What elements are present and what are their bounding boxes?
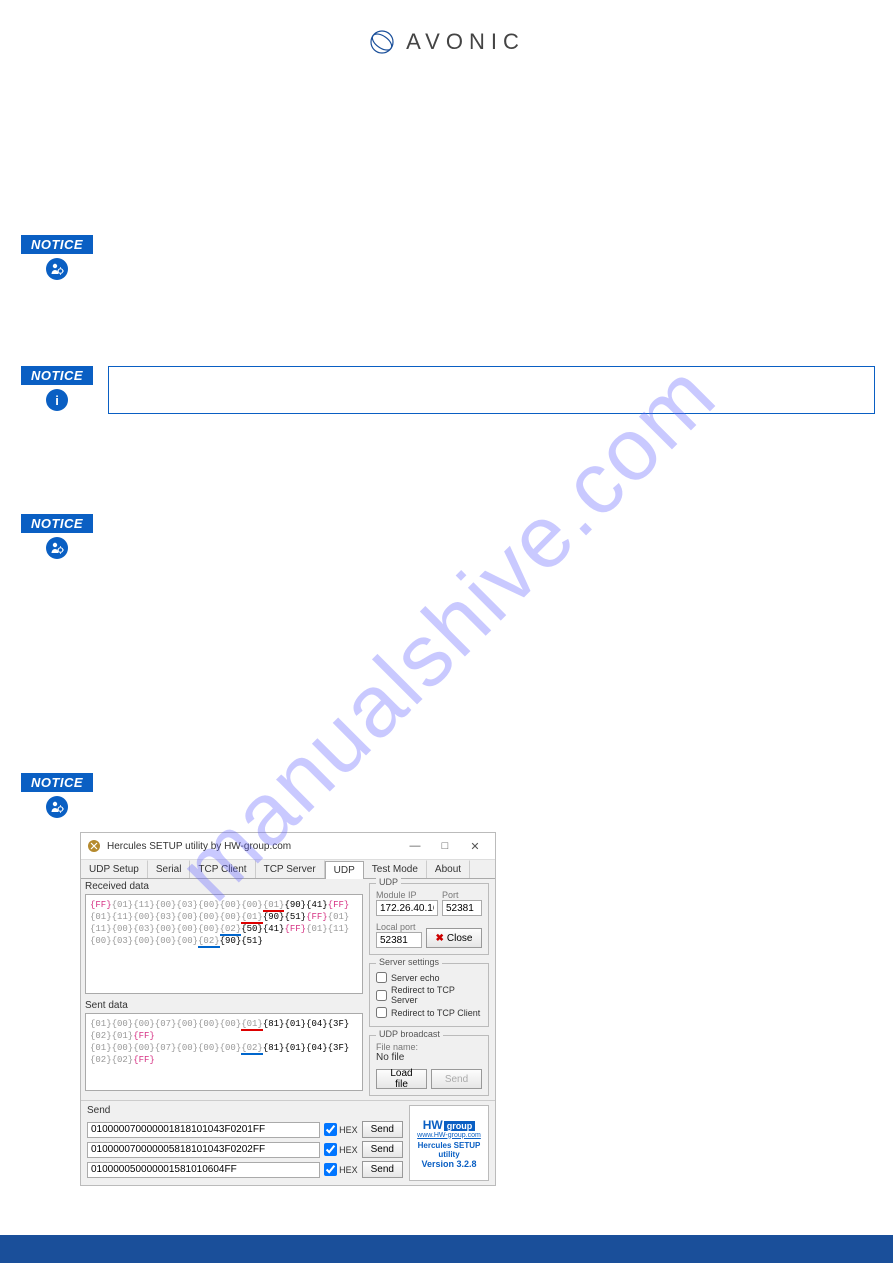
local-port-input[interactable]	[376, 932, 422, 948]
close-button-label: Close	[447, 933, 473, 944]
send-row-1: HEX Send	[87, 1121, 403, 1138]
footer-bar	[0, 1235, 893, 1263]
module-ip-input[interactable]	[376, 900, 438, 916]
send-row-3: HEX Send	[87, 1161, 403, 1178]
send-row-2: HEX Send	[87, 1141, 403, 1158]
server-settings-title: Server settings	[376, 957, 442, 967]
person-gear-icon	[46, 537, 68, 559]
tab-about[interactable]: About	[427, 860, 470, 878]
avonic-logo-icon	[368, 28, 396, 56]
send-input-2[interactable]	[87, 1142, 320, 1158]
broadcast-send-button[interactable]: Send	[431, 1069, 482, 1089]
send-label: Send	[87, 1105, 403, 1118]
person-gear-icon	[46, 796, 68, 818]
redirect-tcp-server-checkbox[interactable]: Redirect to TCP Server	[376, 985, 482, 1005]
hw-branding: HWgroup www.HW-group.com Hercules SETUP …	[409, 1105, 489, 1181]
notice-badge: NOTICE	[21, 514, 93, 533]
notice-outlined-body	[108, 366, 875, 414]
notice-badge: NOTICE	[21, 366, 93, 385]
person-gear-icon	[46, 258, 68, 280]
send-button-3[interactable]: Send	[362, 1161, 403, 1178]
tab-tcp-server[interactable]: TCP Server	[256, 860, 325, 878]
sent-data-label: Sent data	[81, 998, 367, 1013]
tab-test-mode[interactable]: Test Mode	[364, 860, 427, 878]
tab-bar: UDP SetupSerialTCP ClientTCP ServerUDPTe…	[81, 860, 495, 879]
hw-link[interactable]: www.HW-group.com	[417, 1132, 481, 1139]
server-echo-checkbox[interactable]: Server echo	[376, 972, 482, 983]
udp-group-title: UDP	[376, 877, 401, 887]
load-file-button[interactable]: Load file	[376, 1069, 427, 1089]
file-name-label: File name:	[376, 1042, 482, 1052]
port-label: Port	[442, 890, 482, 900]
udp-group: UDP Module IP Port Local port	[369, 883, 489, 955]
hw-product-name: Hercules SETUP utility	[414, 1141, 484, 1159]
hercules-window: Hercules SETUP utility by HW-group.com —…	[80, 832, 496, 1186]
udp-broadcast-group: UDP broadcast File name: No file Load fi…	[369, 1035, 489, 1096]
maximize-button[interactable]: □	[431, 837, 459, 855]
redirect-tcp-client-checkbox[interactable]: Redirect to TCP Client	[376, 1007, 482, 1018]
notice-3: NOTICE placeholder	[18, 514, 875, 559]
hex-checkbox-3[interactable]: HEX	[324, 1163, 358, 1176]
notice-badge: NOTICE	[21, 235, 93, 254]
minimize-button[interactable]: —	[401, 837, 429, 855]
notice-badge: NOTICE	[21, 773, 93, 792]
notice-1: NOTICE placeholder	[18, 235, 875, 280]
brand-logo: AVONIC	[368, 28, 525, 56]
send-input-1[interactable]	[87, 1122, 320, 1138]
brand-name: AVONIC	[406, 29, 525, 55]
tab-udp-setup[interactable]: UDP Setup	[81, 860, 148, 878]
hw-logo: HWgroup	[423, 1118, 476, 1132]
hex-checkbox-1[interactable]: HEX	[324, 1123, 358, 1136]
port-input[interactable]	[442, 900, 482, 916]
close-x-icon: ✖	[436, 933, 444, 944]
hw-version: Version 3.2.8	[421, 1159, 476, 1169]
close-button[interactable]: ✖ Close	[426, 928, 482, 948]
notice-2: NOTICE i	[18, 366, 875, 414]
file-name-value: No file	[376, 1052, 482, 1063]
module-ip-label: Module IP	[376, 890, 438, 900]
tab-udp[interactable]: UDP	[325, 861, 364, 879]
send-button-2[interactable]: Send	[362, 1141, 403, 1158]
received-data-pane[interactable]: {FF}{01}{11}{00}{03}{00}{00}{00}{01}{90}…	[85, 894, 363, 994]
hex-checkbox-2[interactable]: HEX	[324, 1143, 358, 1156]
notice-4: NOTICE placeholder	[18, 773, 875, 818]
local-port-label: Local port	[376, 922, 422, 932]
tab-serial[interactable]: Serial	[148, 860, 191, 878]
received-data-label: Received data	[81, 879, 367, 894]
udp-broadcast-title: UDP broadcast	[376, 1029, 443, 1039]
app-icon	[87, 839, 101, 853]
window-title: Hercules SETUP utility by HW-group.com	[107, 841, 291, 852]
send-input-3[interactable]	[87, 1162, 320, 1178]
brand-header: AVONIC	[0, 0, 893, 61]
sent-data-pane[interactable]: {01}{00}{00}{07}{00}{00}{00}{01}{81}{01}…	[85, 1013, 363, 1091]
info-icon: i	[46, 389, 68, 411]
send-button-1[interactable]: Send	[362, 1121, 403, 1138]
titlebar: Hercules SETUP utility by HW-group.com —…	[81, 833, 495, 860]
tab-tcp-client[interactable]: TCP Client	[190, 860, 255, 878]
server-settings-group: Server settings Server echo Redirect to …	[369, 963, 489, 1027]
close-window-button[interactable]: ✕	[461, 837, 489, 855]
